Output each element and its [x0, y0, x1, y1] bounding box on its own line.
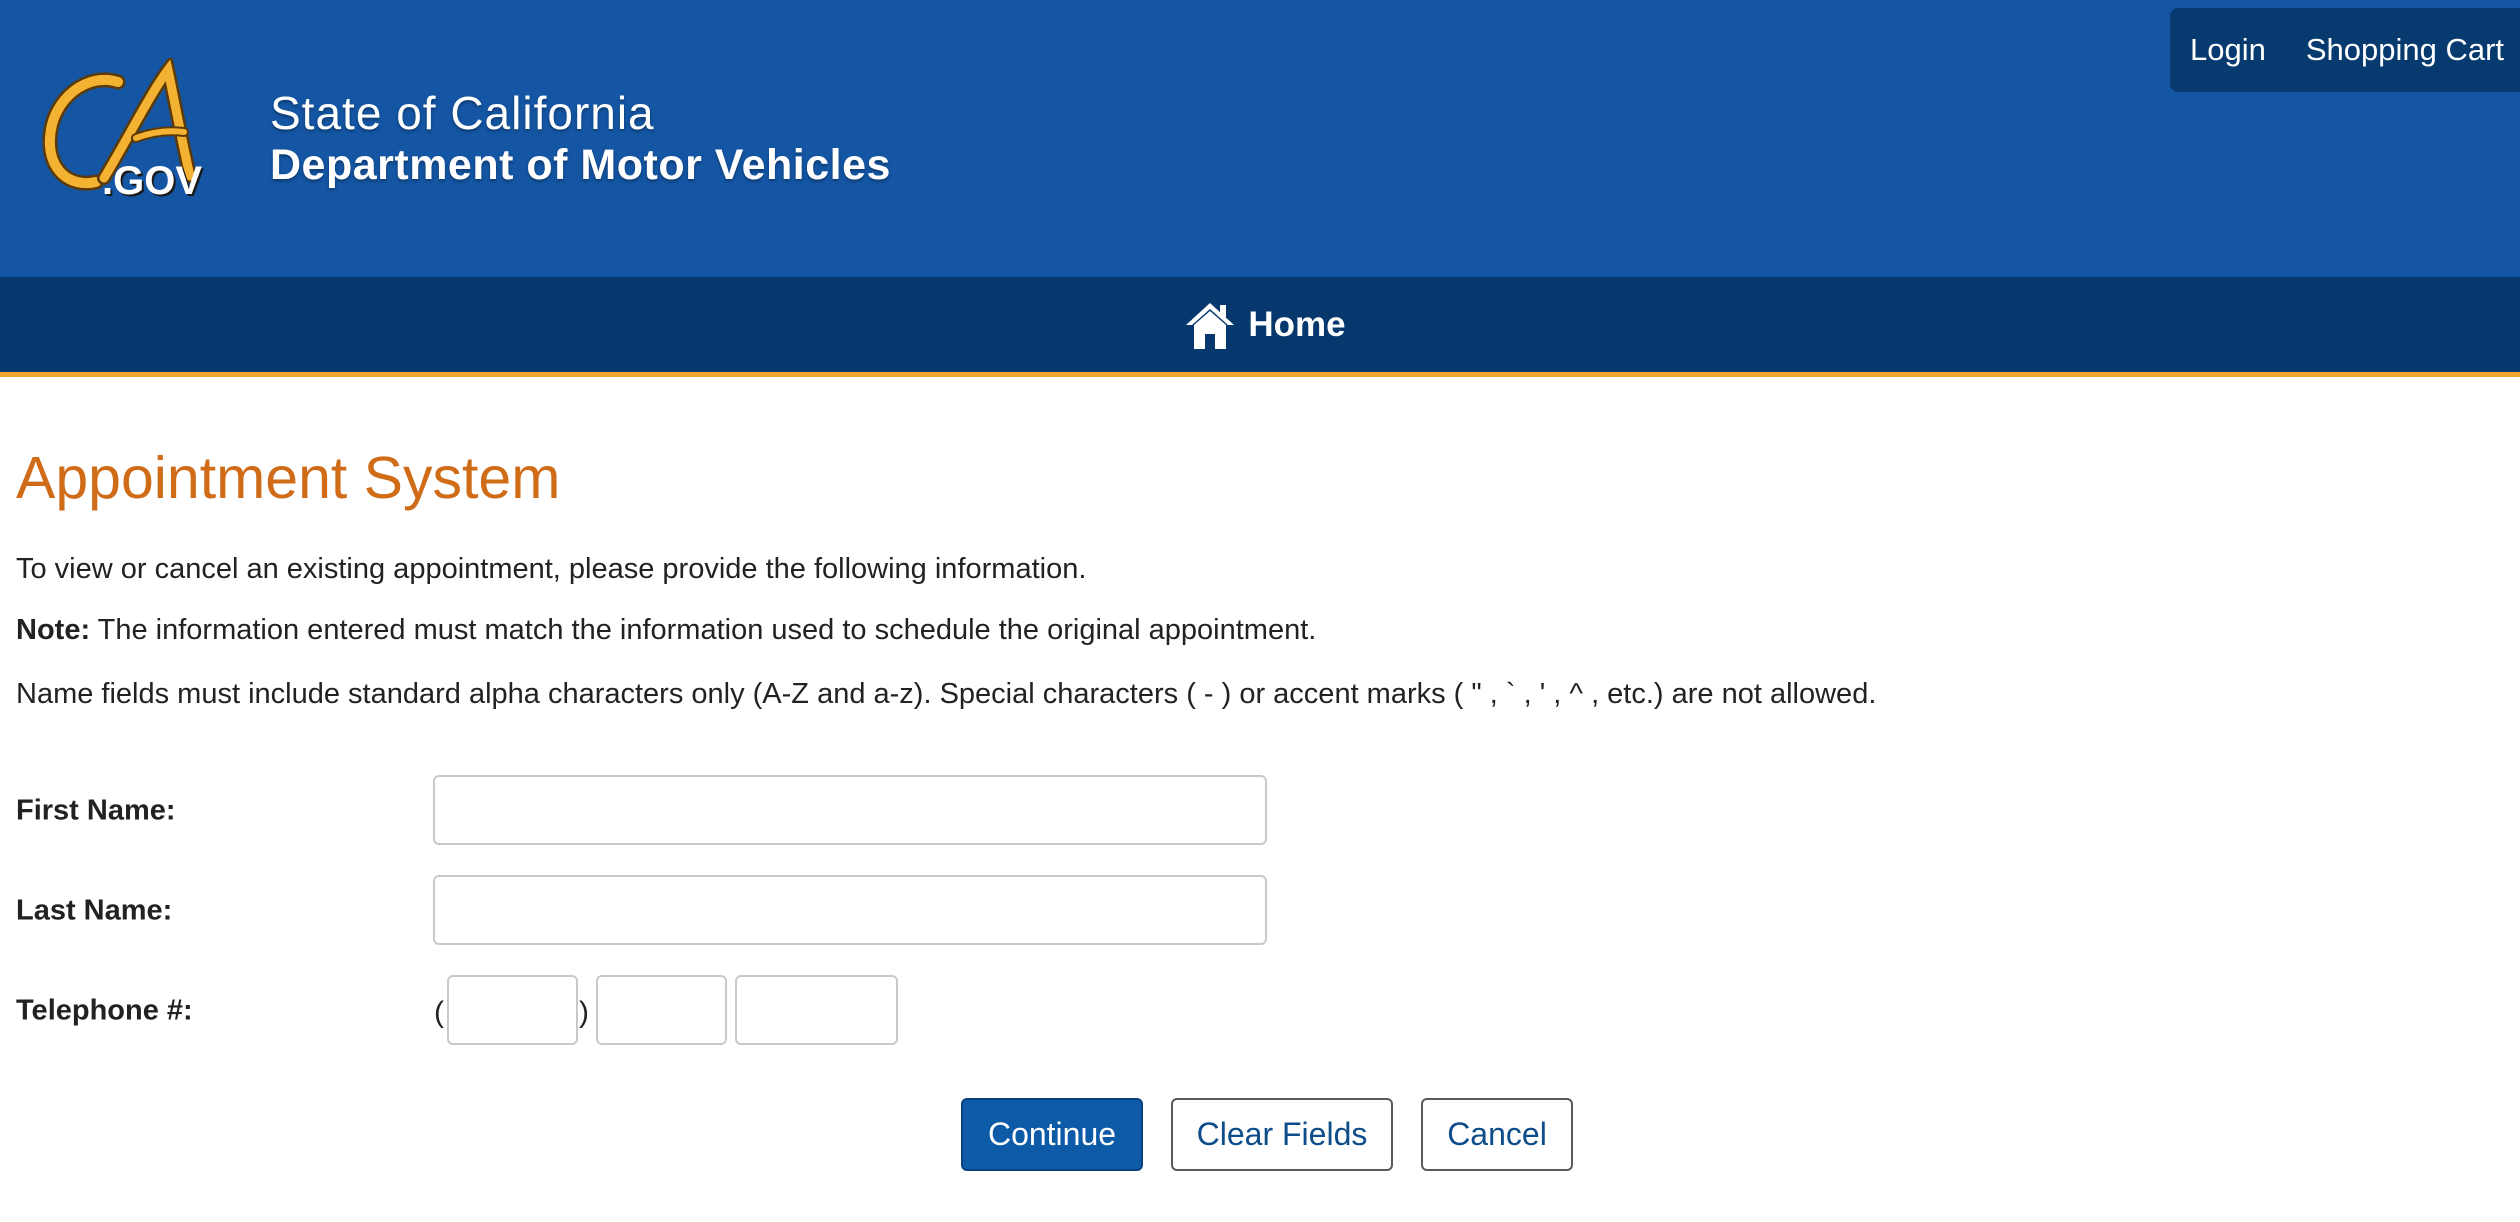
lookup-form: First Name: Last Name: Telephone #: ( ) — [16, 761, 2496, 1061]
cancel-button[interactable]: Cancel — [1421, 1098, 1573, 1171]
intro-text: To view or cancel an existing appointmen… — [16, 553, 1087, 585]
home-nav-link[interactable]: Home — [1184, 299, 1346, 351]
ca-gov-logo-mark: .GOV .GOV — [42, 58, 204, 205]
page-title: Appointment System — [16, 445, 561, 511]
telephone-row: Telephone #: ( ) — [16, 961, 2496, 1061]
home-label: Home — [1248, 304, 1346, 344]
shopping-cart-link[interactable]: Shopping Cart — [2306, 32, 2504, 68]
form-actions: Continue Clear Fields Cancel — [0, 1098, 2520, 1172]
note-body: The information entered must match the i… — [90, 614, 1317, 646]
telephone-label: Telephone #: — [16, 994, 193, 1027]
telephone-fields: ( ) — [433, 975, 898, 1045]
clear-fields-button[interactable]: Clear Fields — [1171, 1098, 1393, 1171]
phone-close-paren: ) — [579, 996, 589, 1029]
svg-text:.GOV: .GOV — [102, 159, 202, 203]
continue-button[interactable]: Continue — [961, 1098, 1143, 1171]
first-name-row: First Name: — [16, 761, 2496, 861]
utility-nav: Login Shopping Cart — [2170, 8, 2520, 92]
state-name: State of California — [270, 87, 655, 139]
agency-title: State of California Department of Motor … — [270, 86, 891, 190]
note-label: Note: — [16, 614, 91, 646]
name-rules-text: Name fields must include standard alpha … — [16, 678, 1877, 710]
department-name: Department of Motor Vehicles — [270, 141, 891, 189]
first-name-input[interactable] — [433, 775, 1267, 845]
last-name-row: Last Name: — [16, 861, 2496, 961]
site-header: .GOV .GOV State of California Department… — [0, 0, 2520, 277]
phone-open-paren: ( — [434, 996, 444, 1029]
main-content: Appointment System To view or cancel an … — [16, 440, 2496, 1061]
last-name-input[interactable] — [433, 875, 1267, 945]
phone-prefix-input[interactable] — [596, 975, 727, 1045]
home-icon — [1186, 302, 1235, 349]
first-name-label: First Name: — [16, 794, 176, 827]
login-link[interactable]: Login — [2190, 32, 2266, 68]
main-nav: Home — [0, 277, 2520, 377]
last-name-label: Last Name: — [16, 894, 173, 927]
note-text: Note: The information entered must match… — [16, 611, 2496, 649]
ca-gov-logo[interactable]: .GOV .GOV — [40, 58, 230, 208]
phone-line-number-input[interactable] — [735, 975, 898, 1045]
phone-area-code-input[interactable] — [447, 975, 578, 1045]
